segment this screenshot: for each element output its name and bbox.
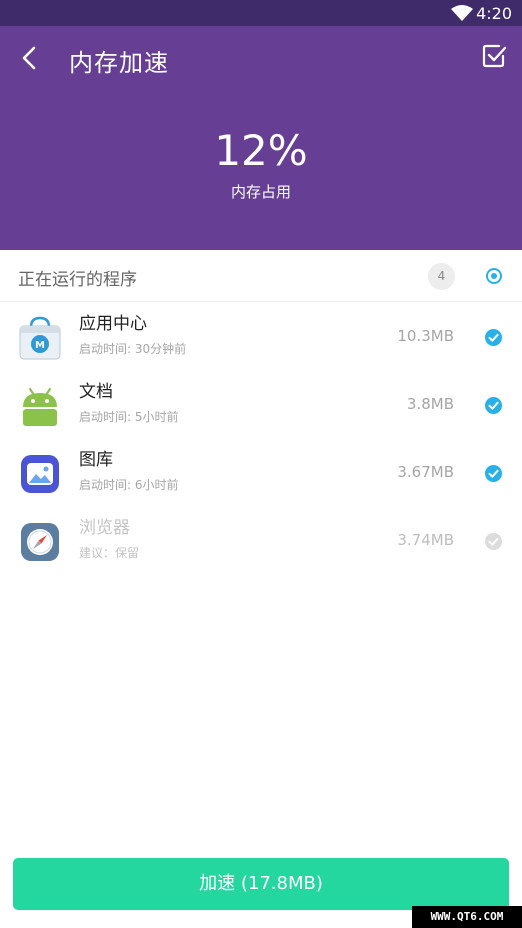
count-badge: 4 [428,263,455,290]
app-size: 3.74MB [397,531,454,549]
app-name: 文档 [79,382,113,402]
app-name: 应用中心 [79,314,147,334]
app-checkbox[interactable] [485,465,502,482]
app-size: 3.8MB [406,395,454,413]
watermark: WWW.QT6.COM [412,906,522,928]
memory-percent: 12% [214,126,308,175]
header: 内存加速 12% 内存占用 [0,26,522,250]
gallery-icon [17,451,63,497]
accelerate-button[interactable]: 加速 (17.8MB) [13,858,509,910]
android-icon [17,383,63,429]
app-name: 图库 [79,450,113,470]
app-checkbox[interactable] [485,329,502,346]
compass-icon [17,519,63,565]
status-bar: 4:20 [0,0,522,26]
select-button[interactable] [480,42,508,70]
list-item[interactable]: M 应用中心 启动时间: 30分钟前 10.3MB [0,303,522,371]
shopping-bag-icon: M [17,315,63,361]
app-start-time: 启动时间: 5小时前 [79,410,179,424]
list-item[interactable]: 图库 启动时间: 6小时前 3.67MB [0,439,522,507]
app-checkbox[interactable] [485,533,502,550]
app-start-time: 启动时间: 30分钟前 [79,342,187,356]
app-size: 10.3MB [397,327,454,345]
app-advice: 建议：保留 [79,546,140,560]
list-item[interactable]: 文档 启动时间: 5小时前 3.8MB [0,371,522,439]
list-item[interactable]: 浏览器 建议：保留 3.74MB [0,507,522,575]
app-checkbox[interactable] [485,397,502,414]
check-icon [488,469,499,478]
app-start-time: 启动时间: 6小时前 [79,478,179,492]
memory-percent-label: 内存占用 [230,183,291,201]
check-icon [488,333,499,342]
app-name: 浏览器 [79,518,130,538]
back-button[interactable] [14,42,46,74]
checklist-icon [482,44,507,68]
app-size: 3.67MB [397,463,454,481]
running-apps-header: 正在运行的程序 4 [0,250,522,302]
wifi-icon [451,5,473,25]
svg-text:M: M [35,340,45,351]
check-icon [488,401,499,410]
page-title: 内存加速 [69,49,169,77]
chevron-left-icon [22,46,36,70]
select-all-radio[interactable] [486,268,502,284]
status-time: 4:20 [476,4,512,23]
check-icon [488,537,499,546]
section-title: 正在运行的程序 [18,270,137,290]
